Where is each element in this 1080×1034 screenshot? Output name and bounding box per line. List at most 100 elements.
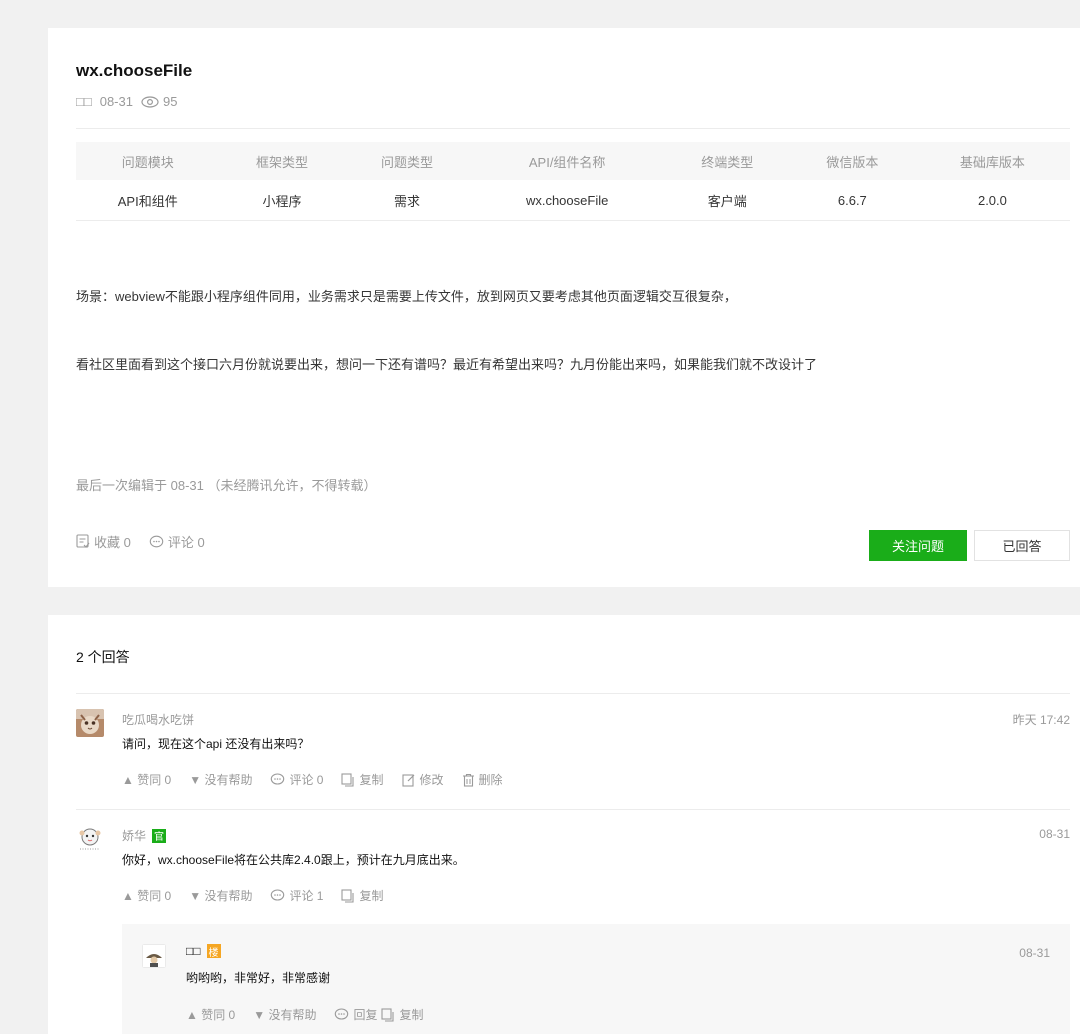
unhelpful-label: 没有帮助	[268, 1008, 317, 1022]
upvote-label: 赞同 0	[137, 773, 172, 787]
author-name[interactable]: □□	[186, 944, 201, 958]
table-header: 微信版本	[789, 142, 915, 180]
unhelpful-button[interactable]: ▼ 没有帮助	[253, 1006, 316, 1023]
copy-icon	[341, 772, 355, 787]
answer-body: 你好，wx.chooseFile将在公共库2.4.0跟上，预计在九月底出来。	[122, 853, 465, 867]
comment-button[interactable]: 评论 0	[270, 771, 323, 788]
copy-label: 复制	[359, 889, 384, 903]
answer-author[interactable]: 娇华 官	[122, 827, 167, 844]
question-info-table: 问题模块 框架类型 问题类型 API/组件名称 终端类型 微信版本 基础库版本 …	[76, 142, 1070, 221]
user-avatar-icon	[142, 944, 166, 968]
unhelpful-button[interactable]: ▼ 没有帮助	[189, 887, 252, 904]
sheep-avatar-icon	[76, 825, 104, 853]
reply-body: 哟哟哟，非常好，非常感谢	[186, 971, 331, 985]
table-cell: wx.chooseFile	[469, 180, 665, 221]
copy-label: 复制	[399, 1008, 424, 1022]
question-ops: 收藏 0 评论 0	[76, 532, 205, 551]
copy-button[interactable]: 复制	[341, 771, 384, 788]
question-date: 08-31	[99, 94, 133, 109]
edit-button[interactable]: 修改	[401, 771, 444, 788]
answer-item: 娇华 官 08-31 你好，wx.chooseFile将在公共库2.4.0跟上，…	[76, 825, 1070, 921]
answer-count: 2 个回答	[76, 649, 130, 665]
delete-label: 删除	[478, 773, 503, 787]
unhelpful-label: 没有帮助	[204, 889, 253, 903]
copy-icon	[341, 888, 355, 903]
unhelpful-label: 没有帮助	[204, 773, 253, 787]
favorite-button[interactable]: 收藏 0	[76, 532, 131, 551]
answer-author[interactable]: 吃瓜喝水吃饼	[122, 711, 194, 728]
table-cell: 客户端	[664, 180, 790, 221]
reply-time: 08-31	[1019, 946, 1050, 960]
question-title: wx.chooseFile	[76, 61, 193, 80]
upvote-label: 赞同 0	[201, 1008, 236, 1022]
comment-label: 评论 1	[289, 889, 324, 903]
answer-item: 吃瓜喝水吃饼 昨天 17:42 请问，现在这个api 还没有出来吗？ ▲ 赞同 …	[76, 709, 1070, 809]
bookmark-icon	[76, 534, 90, 548]
answer-actions: ▲ 赞同 0 ▼ 没有帮助 评论 1 复制	[122, 887, 384, 904]
comment-label: 评论 0	[167, 535, 205, 550]
table-header-row: 问题模块 框架类型 问题类型 API/组件名称 终端类型 微信版本 基础库版本	[76, 142, 1070, 180]
table-header: 终端类型	[664, 142, 790, 180]
avatar[interactable]	[142, 944, 166, 968]
table-header: 框架类型	[219, 142, 345, 180]
upvote-button[interactable]: ▲ 赞同 0	[186, 1006, 235, 1023]
trash-icon	[462, 773, 474, 787]
answers-card: 2 个回答 吃瓜喝水吃饼 昨天 17:42 请问，现在这个api 还没有出来吗？…	[48, 615, 1080, 1034]
copy-icon	[381, 1007, 395, 1022]
question-meta: □□ 08-31 95	[76, 94, 177, 109]
cat-avatar-icon	[76, 709, 104, 737]
table-cell: 小程序	[219, 180, 345, 221]
comment-label: 评论 0	[289, 773, 324, 787]
comment-icon	[335, 1008, 349, 1020]
table-header: 问题类型	[344, 142, 470, 180]
comment-button[interactable]: 评论 1	[270, 887, 323, 904]
answered-button[interactable]: 已回答	[974, 530, 1070, 561]
copy-button[interactable]: 复制	[381, 1006, 424, 1023]
edit-icon	[401, 773, 414, 787]
edit-note: 最后一次编辑于 08-31 （未经腾讯允许，不得转载）	[76, 478, 377, 493]
author-name[interactable]: 娇华	[122, 827, 146, 844]
table-cell: 2.0.0	[914, 180, 1070, 221]
view-count-value: 95	[162, 94, 178, 109]
divider	[76, 693, 1070, 694]
comment-icon	[271, 889, 285, 901]
eye-icon	[141, 95, 159, 108]
table-cell: 6.6.7	[789, 180, 915, 221]
avatar[interactable]	[76, 825, 104, 853]
delete-button[interactable]: 删除	[462, 771, 503, 788]
avatar[interactable]	[76, 709, 104, 737]
table-cell: API和组件	[76, 180, 220, 221]
upvote-button[interactable]: ▲ 赞同 0	[122, 771, 171, 788]
author-name[interactable]: 吃瓜喝水吃饼	[122, 711, 194, 728]
op-badge: 楼	[206, 944, 221, 959]
upvote-button[interactable]: ▲ 赞同 0	[122, 887, 171, 904]
question-paragraph: 场景：webview不能跟小程序组件同用，业务需求只是需要上传文件，放到网页又要…	[76, 289, 737, 304]
reply-actions: ▲ 赞同 0 ▼ 没有帮助 回复 复制	[186, 1006, 424, 1023]
answer-actions: ▲ 赞同 0 ▼ 没有帮助 评论 0 复制 修改 删除	[122, 771, 503, 788]
reply-author[interactable]: □□ 楼	[186, 944, 221, 959]
comment-button[interactable]: 评论 0	[149, 532, 205, 551]
upvote-label: 赞同 0	[137, 889, 172, 903]
table-cell: 需求	[344, 180, 470, 221]
question-card: wx.chooseFile □□ 08-31 95 问题模块 框架类型 问题类型…	[48, 28, 1080, 587]
reply-label: 回复	[353, 1008, 378, 1022]
table-header: 问题模块	[76, 142, 220, 180]
author-name[interactable]: □□	[76, 94, 92, 109]
divider	[76, 809, 1070, 810]
follow-question-button[interactable]: 关注问题	[869, 530, 967, 561]
favorite-label: 收藏 0	[94, 535, 131, 550]
copy-button[interactable]: 复制	[341, 887, 384, 904]
comment-icon	[149, 535, 164, 547]
reply-item: □□ 楼 08-31 哟哟哟，非常好，非常感谢 ▲ 赞同 0 ▼ 没有帮助 回复…	[122, 924, 1070, 1034]
reply-button[interactable]: 回复	[334, 1006, 377, 1023]
answer-time: 08-31	[1039, 827, 1070, 841]
answer-time: 昨天 17:42	[1012, 713, 1070, 727]
divider	[76, 128, 1070, 129]
comment-icon	[271, 773, 285, 785]
view-count: 95	[141, 94, 177, 109]
table-header: API/组件名称	[469, 142, 665, 180]
unhelpful-button[interactable]: ▼ 没有帮助	[189, 771, 252, 788]
edit-label: 修改	[419, 773, 444, 787]
question-paragraph: 看社区里面看到这个接口六月份就说要出来，想问一下还有谱吗？最近有希望出来吗？九月…	[76, 357, 818, 372]
table-header: 基础库版本	[914, 142, 1070, 180]
